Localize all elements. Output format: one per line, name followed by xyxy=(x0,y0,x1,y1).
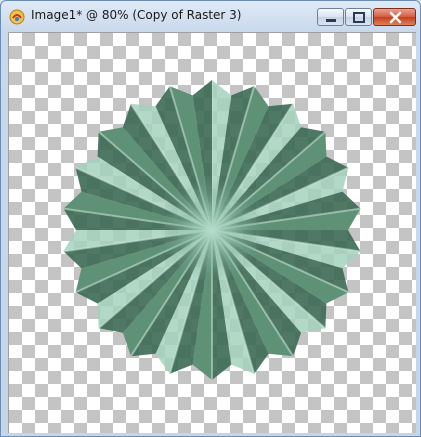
rosette-center xyxy=(62,80,362,380)
maximize-button[interactable] xyxy=(345,8,372,26)
app-icon[interactable] xyxy=(9,9,25,25)
maximize-icon xyxy=(353,12,365,23)
image-window: Image1* @ 80% (Copy of Raster 3) xyxy=(0,0,421,437)
window-title: Image1* @ 80% (Copy of Raster 3) xyxy=(31,8,242,22)
pleated-rosette xyxy=(62,80,362,380)
close-icon xyxy=(389,11,402,24)
image-canvas[interactable] xyxy=(8,32,416,433)
title-bar[interactable]: Image1* @ 80% (Copy of Raster 3) xyxy=(1,1,420,31)
minimize-button[interactable] xyxy=(317,8,344,26)
minimize-icon xyxy=(326,19,336,22)
close-button[interactable] xyxy=(373,8,416,26)
